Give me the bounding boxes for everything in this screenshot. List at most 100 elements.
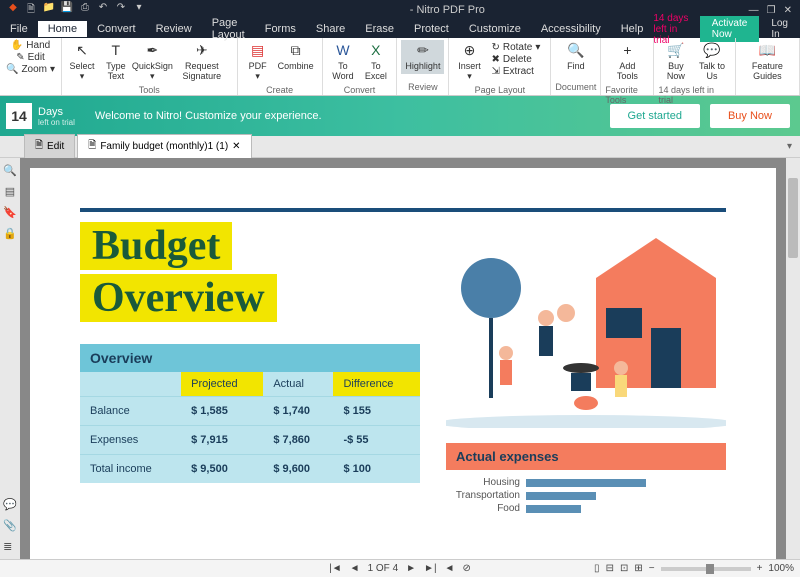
group-label: Review <box>408 81 438 93</box>
nitro-icon[interactable]: ◆ <box>6 2 20 19</box>
top-rule <box>80 208 726 212</box>
ribbon-group-create: ▤PDF▾ ⧉Combine Create <box>238 38 323 95</box>
nav-back-icon[interactable]: ◄ <box>443 563 457 574</box>
next-page-icon[interactable]: ► <box>404 563 418 574</box>
edit-tool[interactable]: ✎Edit <box>16 52 45 63</box>
insert-button[interactable]: ⊕Insert▾ <box>453 40 485 84</box>
extract-button[interactable]: ⇲ Extract <box>491 66 540 77</box>
new-icon[interactable]: 🗎 <box>24 2 38 19</box>
pdf-button[interactable]: ▤PDF▾ <box>242 40 274 84</box>
quick-access-toolbar: ◆ 🗎 📁 💾 ⎙ ↶ ↷ ▾ <box>0 2 146 19</box>
group-label: Tools <box>139 84 160 96</box>
zoom-slider[interactable] <box>661 567 751 571</box>
tab-protect[interactable]: Protect <box>404 21 459 37</box>
tab-share[interactable]: Share <box>306 21 355 37</box>
view-single-icon[interactable]: ▯ <box>594 563 600 574</box>
rail-search-icon[interactable]: 🔍 <box>3 164 17 177</box>
rotate-button[interactable]: ↻ Rotate ▾ <box>491 42 540 53</box>
first-page-icon[interactable]: |◄ <box>327 563 344 574</box>
rail-attach-icon[interactable]: 📎 <box>3 519 17 532</box>
ribbon-group-tools: ↖Select▾ TType Text ✒QuickSign▾ ✈Request… <box>62 38 238 95</box>
save-icon[interactable]: 💾 <box>60 2 74 19</box>
chat-icon: 💬 <box>703 42 721 60</box>
zoom-in-icon[interactable]: + <box>757 563 763 574</box>
edit-tab[interactable]: 🗎 Edit <box>24 134 75 159</box>
tab-accessibility[interactable]: Accessibility <box>531 21 611 37</box>
zoom-value[interactable]: 100% <box>768 563 794 574</box>
tab-help[interactable]: Help <box>611 21 654 37</box>
maximize-icon[interactable]: ❐ <box>767 5 776 16</box>
table-row: Expenses$ 7,915$ 7,860-$ 55 <box>80 426 420 455</box>
request-signature-button[interactable]: ✈Request Signature <box>171 40 233 84</box>
find-button[interactable]: 🔍Find <box>560 40 592 74</box>
page-indicator[interactable]: 1 OF 4 <box>366 563 401 574</box>
undo-icon[interactable]: ↶ <box>96 2 110 19</box>
document-tab[interactable]: 🗎 Family budget (monthly)1 (1) ✕ <box>77 134 251 159</box>
group-label: Page Layout <box>475 84 526 96</box>
tab-erase[interactable]: Erase <box>355 21 404 37</box>
tab-convert[interactable]: Convert <box>87 21 146 37</box>
view-continuous-icon[interactable]: ⊟ <box>606 563 614 574</box>
get-started-button[interactable]: Get started <box>610 104 700 128</box>
exp-row: Transportation <box>446 489 726 502</box>
highlight-button[interactable]: ✏Highlight <box>401 40 444 74</box>
vertical-scrollbar[interactable] <box>786 158 800 559</box>
pagelayout-mini: ↻ Rotate ▾ ✖ Delete ⇲ Extract <box>485 40 546 84</box>
rail-bookmark-icon[interactable]: 🔖 <box>3 206 17 219</box>
rail-layers-icon[interactable]: ≣ <box>3 540 17 553</box>
scroll-thumb[interactable] <box>788 178 798 258</box>
tab-forms[interactable]: Forms <box>255 21 306 37</box>
tab-file[interactable]: File <box>0 21 38 37</box>
days-label: Days left on trial <box>38 106 75 127</box>
add-tools-button[interactable]: +Add Tools <box>605 40 649 84</box>
group-label: Document <box>555 81 596 93</box>
zoom-out-icon[interactable]: − <box>649 563 655 574</box>
exp-row: Housing <box>446 476 726 489</box>
tab-home[interactable]: Home <box>38 21 87 37</box>
rail-lock-icon[interactable]: 🔒 <box>3 227 17 240</box>
group-label: 14 days left in trial <box>658 84 730 106</box>
prev-page-icon[interactable]: ◄ <box>348 563 362 574</box>
redo-icon[interactable]: ↷ <box>114 2 128 19</box>
quicksign-button[interactable]: ✒QuickSign▾ <box>134 40 171 84</box>
tab-overflow-icon[interactable]: ▾ <box>787 141 792 152</box>
hand-tool[interactable]: ✋Hand <box>11 40 50 51</box>
tab-customize[interactable]: Customize <box>459 21 531 37</box>
rail-pages-icon[interactable]: ▤ <box>5 185 15 198</box>
excel-icon: X <box>367 42 385 60</box>
buy-now-banner-button[interactable]: Buy Now <box>710 104 790 128</box>
banner-message: Welcome to Nitro! Customize your experie… <box>95 110 610 122</box>
zoom-tool[interactable]: 🔍Zoom ▾ <box>6 64 55 75</box>
select-button[interactable]: ↖Select▾ <box>66 40 98 84</box>
col-actual: Actual <box>263 372 333 397</box>
view-facing-icon[interactable]: ⊡ <box>620 563 628 574</box>
to-excel-button[interactable]: XTo Excel <box>359 40 392 84</box>
qat-dropdown-icon[interactable]: ▾ <box>132 2 146 19</box>
combine-button[interactable]: ⧉Combine <box>274 40 318 84</box>
open-icon[interactable]: 📁 <box>42 2 56 19</box>
minimize-icon[interactable]: — <box>749 5 759 16</box>
tab-review[interactable]: Review <box>146 21 202 37</box>
ribbon-group-convert: WTo Word XTo Excel Convert <box>323 38 398 95</box>
status-bar: |◄ ◄ 1 OF 4 ► ►| ◄ ⊘ ▯ ⊟ ⊡ ⊞ − + 100% <box>0 559 800 577</box>
to-word-button[interactable]: WTo Word <box>327 40 360 84</box>
delete-button[interactable]: ✖ Delete <box>491 54 540 65</box>
print-icon[interactable]: ⎙ <box>78 2 92 19</box>
view-fit-icon[interactable]: ⊞ <box>634 563 642 574</box>
nav-fwd-icon[interactable]: ⊘ <box>460 563 472 574</box>
document-area[interactable]: Budget Overview Overview Projected Actua… <box>20 158 786 559</box>
pdf-page: Budget Overview Overview Projected Actua… <box>30 168 776 559</box>
type-text-button[interactable]: TType Text <box>98 40 134 84</box>
close-icon[interactable]: ✕ <box>784 5 792 16</box>
slider-knob[interactable] <box>706 564 714 574</box>
ribbon-group-pagelayout: ⊕Insert▾ ↻ Rotate ▾ ✖ Delete ⇲ Extract P… <box>449 38 551 95</box>
talk-to-us-button[interactable]: 💬Talk to Us <box>693 40 730 84</box>
pen-icon: ✒ <box>143 42 161 60</box>
ribbon-group-favorite: +Add Tools Favorite Tools <box>601 38 654 95</box>
status-right: ▯ ⊟ ⊡ ⊞ − + 100% <box>594 563 794 574</box>
buy-now-button[interactable]: 🛒Buy Now <box>658 40 693 84</box>
rail-comment-icon[interactable]: 💬 <box>3 498 17 511</box>
feature-guides-button[interactable]: 📖Feature Guides <box>740 40 795 84</box>
close-tab-icon[interactable]: ✕ <box>232 141 240 152</box>
last-page-icon[interactable]: ►| <box>422 563 439 574</box>
